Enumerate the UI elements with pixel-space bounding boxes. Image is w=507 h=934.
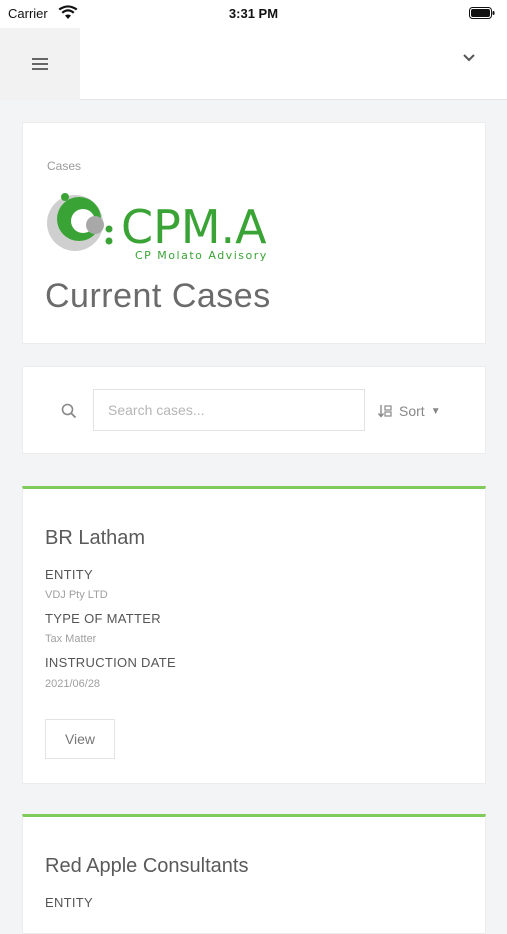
cases-header-card: Cases CPM.A CP Molato Advisory Current C… — [22, 122, 486, 344]
matter-value: Tax Matter — [45, 633, 97, 645]
battery-icon — [469, 7, 495, 19]
entity-value: VDJ Pty LTD — [45, 589, 108, 601]
sort-label: Sort — [399, 403, 425, 419]
chevron-down-icon[interactable] — [459, 48, 479, 68]
status-bar: Carrier 3:31 PM — [0, 0, 507, 28]
date-value: 2021/06/28 — [45, 678, 101, 690]
sort-button[interactable]: Sort ▼ — [377, 399, 441, 423]
hamburger-icon — [32, 58, 48, 70]
entity-label: ENTITY — [45, 567, 94, 582]
logo-text: CPM.A — [121, 200, 267, 254]
case-card: Red Apple Consultants ENTITY — [22, 814, 486, 934]
breadcrumb: Cases — [47, 159, 82, 173]
caret-down-icon: ▼ — [430, 405, 441, 417]
sort-icon — [377, 405, 392, 418]
view-button[interactable]: View — [45, 719, 115, 759]
case-name: Red Apple Consultants — [45, 855, 249, 877]
search-icon — [61, 403, 77, 419]
case-card: BR Latham ENTITY VDJ Pty LTD TYPE OF MAT… — [22, 486, 486, 784]
case-name: BR Latham — [45, 527, 146, 549]
menu-button[interactable] — [0, 28, 80, 100]
logo-subtext: CP Molato Advisory — [135, 249, 268, 262]
search-card: Sort ▼ — [22, 366, 486, 454]
app-header — [0, 28, 507, 100]
page-title: Current Cases — [45, 277, 271, 315]
date-label: INSTRUCTION DATE — [45, 655, 176, 670]
matter-label: TYPE OF MATTER — [45, 611, 161, 626]
clock: 3:31 PM — [228, 6, 279, 21]
search-input[interactable] — [93, 389, 365, 431]
entity-label: ENTITY — [45, 895, 94, 910]
cpma-logo: CPM.A CP Molato Advisory — [47, 193, 268, 262]
